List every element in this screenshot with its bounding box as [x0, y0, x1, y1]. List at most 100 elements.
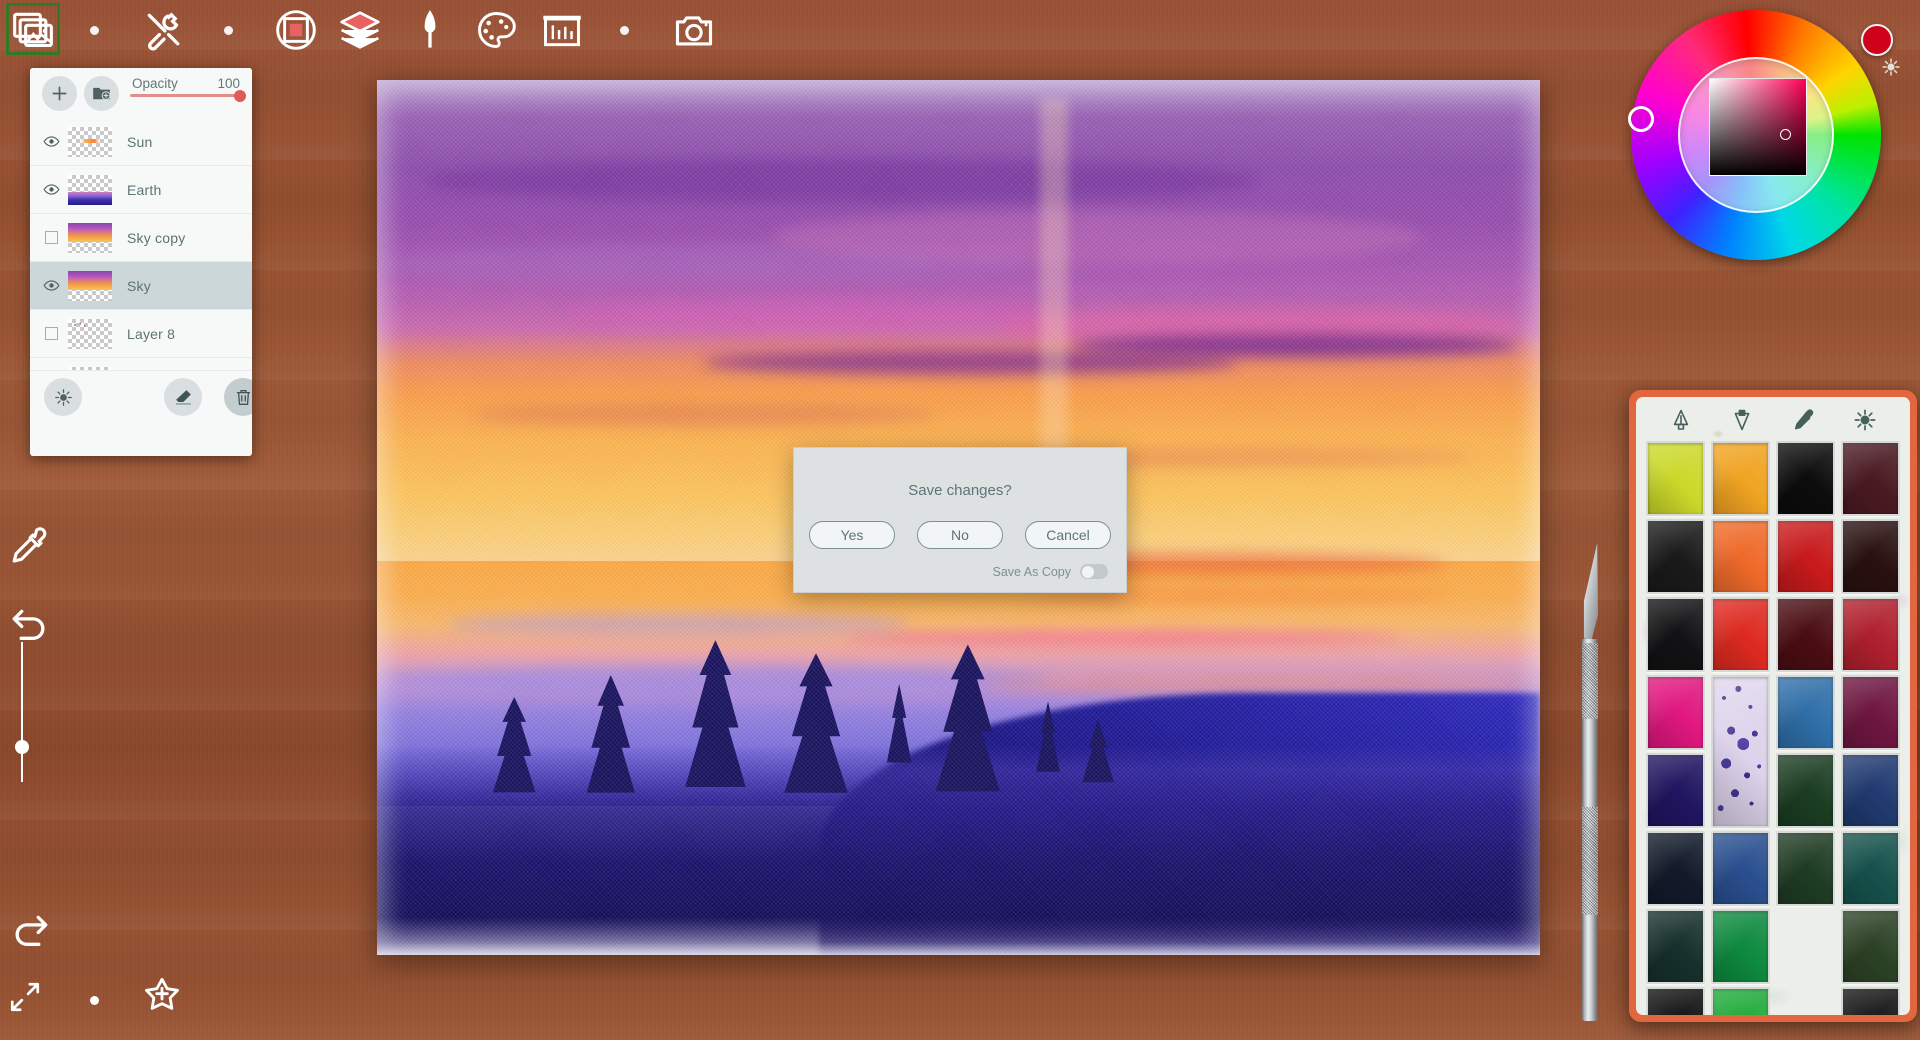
palette-pan[interactable]	[1841, 753, 1900, 828]
palette-pan[interactable]	[1711, 909, 1770, 984]
palette-pan[interactable]	[1711, 987, 1770, 1015]
current-color-swatch[interactable]	[1861, 24, 1893, 56]
layer-row[interactable]: Sky	[30, 262, 252, 310]
cancel-button[interactable]: Cancel	[1025, 521, 1111, 549]
redo-icon[interactable]	[8, 906, 52, 950]
palette-icon-row	[1636, 403, 1910, 437]
cloud-band	[423, 158, 1261, 203]
layer-row[interactable]: Sun	[30, 118, 252, 166]
gear-icon[interactable]	[1853, 408, 1877, 432]
toggle-knob	[1081, 565, 1094, 578]
knife-knurl-upper	[1582, 643, 1598, 719]
hue-handle[interactable]	[1628, 106, 1654, 132]
save-as-copy-toggle[interactable]	[1080, 564, 1108, 579]
palette-pan[interactable]	[1776, 675, 1835, 750]
layer-visibility-toggle[interactable]	[38, 321, 64, 347]
fullscreen-icon[interactable]	[8, 980, 42, 1014]
layer-thumbnail[interactable]	[68, 270, 112, 301]
palette-pan[interactable]	[1646, 441, 1705, 516]
add-layer-button[interactable]	[42, 76, 77, 111]
layers-list[interactable]: Sun Earth Sky copy Sky Layer 8 Sketch	[30, 118, 252, 370]
layer-erase-button[interactable]	[164, 378, 202, 416]
brush-icon[interactable]	[408, 8, 452, 52]
yes-button[interactable]: Yes	[809, 521, 895, 549]
opacity-control[interactable]: Opacity 100	[130, 76, 246, 102]
layer-thumbnail[interactable]	[68, 222, 112, 253]
opacity-slider[interactable]	[130, 89, 246, 102]
cloud-band	[563, 298, 1052, 327]
eyedropper-icon[interactable]	[1792, 408, 1816, 432]
no-button[interactable]: No	[917, 521, 1003, 549]
palette-pan[interactable]	[1841, 441, 1900, 516]
palette-pan[interactable]	[1841, 675, 1900, 750]
brush-size-slider-thumb[interactable]	[15, 740, 29, 754]
layer-thumbnail[interactable]	[68, 126, 112, 157]
palette-pan[interactable]	[1841, 831, 1900, 906]
palette-pan[interactable]	[1646, 753, 1705, 828]
palette-pan[interactable]	[1841, 909, 1900, 984]
layers-icon[interactable]	[338, 8, 382, 52]
color-picker-panel	[1623, 2, 1900, 272]
dialog-button-row: Yes No Cancel	[794, 521, 1126, 549]
canvas-icon[interactable]	[274, 8, 318, 52]
layer-row[interactable]: Sketch	[30, 358, 252, 370]
palette-pan[interactable]	[1776, 519, 1835, 594]
layer-thumbnail[interactable]	[68, 318, 112, 349]
palette-pan[interactable]	[1711, 441, 1770, 516]
palette-pan[interactable]	[1646, 909, 1705, 984]
palette-pan[interactable]	[1646, 519, 1705, 594]
eyedropper-icon[interactable]	[8, 524, 52, 568]
gear-icon[interactable]	[1881, 57, 1901, 77]
layer-row[interactable]: Layer 8	[30, 310, 252, 358]
palette-pan[interactable]	[1711, 519, 1770, 594]
favorite-star-icon[interactable]	[142, 974, 182, 1014]
water-drop-icon[interactable]	[1730, 408, 1754, 432]
visibility-unchecked-box	[44, 231, 58, 244]
brush-size-slider[interactable]	[15, 642, 29, 782]
palette-pan[interactable]	[1646, 597, 1705, 672]
dot-separator-2	[224, 26, 233, 35]
knife-blade	[1583, 543, 1598, 643]
layer-delete-button[interactable]	[224, 378, 252, 416]
palette-pan-grid[interactable]	[1646, 441, 1900, 1015]
palette-icon[interactable]	[474, 8, 518, 52]
knife-knurl-lower	[1582, 807, 1598, 915]
palette-pan[interactable]	[1646, 987, 1705, 1015]
layer-thumbnail[interactable]	[68, 174, 112, 205]
undo-icon[interactable]	[8, 600, 52, 644]
camera-icon[interactable]	[672, 8, 716, 52]
dot-separator-1	[90, 26, 99, 35]
palette-pan[interactable]	[1841, 597, 1900, 672]
add-group-button[interactable]	[84, 76, 119, 111]
layer-visibility-toggle[interactable]	[38, 177, 64, 203]
saturation-value-square[interactable]	[1709, 78, 1807, 176]
layer-visibility-toggle[interactable]	[38, 273, 64, 299]
cloud-band	[446, 613, 912, 635]
palette-pan[interactable]	[1646, 831, 1705, 906]
palette-pan[interactable]	[1776, 831, 1835, 906]
layer-visibility-toggle[interactable]	[38, 225, 64, 251]
brush-tip-icon[interactable]	[1669, 408, 1693, 432]
palette-pan[interactable]	[1841, 519, 1900, 594]
craft-knife-tool[interactable]	[1581, 543, 1599, 1021]
layer-visibility-toggle[interactable]	[38, 129, 64, 155]
palette-mixing-well[interactable]	[1711, 675, 1770, 828]
palette-pan[interactable]	[1646, 675, 1705, 750]
layer-row[interactable]: Earth	[30, 166, 252, 214]
mixer-icon[interactable]	[540, 8, 584, 52]
saturation-value-handle[interactable]	[1780, 129, 1791, 140]
palette-pan[interactable]	[1776, 753, 1835, 828]
palette-pan[interactable]	[1776, 597, 1835, 672]
tools-icon[interactable]	[142, 8, 186, 52]
opacity-slider-thumb[interactable]	[234, 89, 246, 102]
palette-pan[interactable]	[1776, 441, 1835, 516]
palette-pan[interactable]	[1711, 831, 1770, 906]
palette-pan[interactable]	[1841, 987, 1900, 1015]
layer-settings-button[interactable]	[44, 378, 82, 416]
gallery-button[interactable]	[6, 3, 60, 55]
layer-row[interactable]: Sky copy	[30, 214, 252, 262]
palette-pan[interactable]	[1711, 597, 1770, 672]
layer-name: Earth	[127, 181, 162, 198]
hue-ring[interactable]	[1628, 10, 1881, 260]
save-as-copy-row[interactable]: Save As Copy	[992, 564, 1108, 579]
